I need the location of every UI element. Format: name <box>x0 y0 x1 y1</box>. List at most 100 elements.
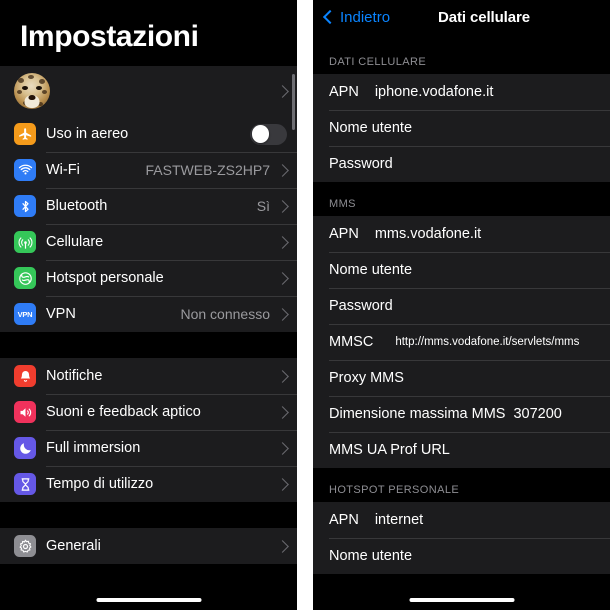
group-separator <box>0 502 297 528</box>
settings-group-notifications: Notifiche Suoni e feedback aptico Full imm… <box>0 358 297 502</box>
airplane-icon <box>14 123 36 145</box>
settings-list-panel: Impostazioni Uso in aereo Wi-Fi FASTWEB-ZS… <box>0 0 297 610</box>
field-row-mmsc[interactable]: MMSC http://mms.vodafone.it/servlets/mms <box>313 324 610 360</box>
settings-row-value: Sì <box>256 198 270 214</box>
field-label: Dimensione massima MMS <box>329 406 506 422</box>
moon-icon <box>14 437 36 459</box>
settings-row-uso-in-aereo[interactable]: Uso in aereo <box>0 116 297 152</box>
field-row-dimensione-massima-mms[interactable]: Dimensione massima MMS 307200 <box>313 396 610 432</box>
settings-row-generali[interactable]: Generali <box>0 528 297 564</box>
chevron-right-icon <box>276 539 289 553</box>
settings-row-tempo-di-utilizzo[interactable]: Tempo di utilizzo <box>0 466 297 502</box>
section-body: APN mms.vodafone.it Nome utente Password MMS… <box>313 216 610 468</box>
field-value[interactable]: internet <box>375 512 423 528</box>
settings-row-label: Full immersion <box>46 440 141 456</box>
field-label: MMS UA Prof URL <box>329 442 450 458</box>
page-title: Impostazioni <box>20 20 199 53</box>
settings-row-suoni-e-feedback-aptico[interactable]: Suoni e feedback aptico <box>0 394 297 430</box>
field-row-password[interactable]: Password <box>313 146 610 182</box>
settings-row-label: Uso in aereo <box>46 126 129 142</box>
field-label: Proxy MMS <box>329 370 404 386</box>
nav-title: Dati cellulare <box>438 8 530 26</box>
field-value[interactable]: iphone.vodafone.it <box>375 84 494 100</box>
chevron-right-icon <box>276 441 289 455</box>
back-button[interactable]: Indietro <box>322 8 391 26</box>
section-body: APN internet Nome utente <box>313 502 610 574</box>
bell-icon <box>14 365 36 387</box>
bluetooth-icon <box>14 195 36 217</box>
field-label: Password <box>329 298 393 314</box>
settings-row-full-immersion[interactable]: Full immersion <box>0 430 297 466</box>
section-header: HOTSPOT PERSONALE <box>313 468 610 502</box>
settings-groups: Uso in aereo Wi-Fi FASTWEB-ZS2HP7 Bluetooth… <box>0 116 297 564</box>
speaker-icon <box>14 401 36 423</box>
cellular-data-panel: Indietro Dati cellulare DATI CELLULARE AP… <box>313 0 610 610</box>
chevron-right-icon <box>276 307 289 321</box>
field-label: Nome utente <box>329 120 413 136</box>
wifi-icon <box>14 159 36 181</box>
field-label: Nome utente <box>329 262 413 278</box>
field-row-proxy-mms[interactable]: Proxy MMS <box>313 360 610 396</box>
chevron-right-icon <box>276 235 289 249</box>
field-label: APN <box>329 84 359 100</box>
field-row-password[interactable]: Password <box>313 288 610 324</box>
settings-row-label: Generali <box>46 538 101 554</box>
chevron-right-icon <box>276 199 289 213</box>
cellular-icon <box>14 231 36 253</box>
apple-account-row[interactable] <box>0 66 297 116</box>
group-separator <box>0 332 297 358</box>
dual-screenshot-container: Impostazioni Uso in aereo Wi-Fi FASTWEB-ZS… <box>0 0 610 610</box>
home-indicator <box>96 598 201 602</box>
section-header: MMS <box>313 182 610 216</box>
settings-row-label: Hotspot personale <box>46 270 164 286</box>
field-label: Password <box>329 156 393 172</box>
settings-row-value: Non connesso <box>180 306 270 322</box>
sidebar-scrollbar[interactable] <box>292 74 295 130</box>
settings-row-label: Notifiche <box>46 368 103 384</box>
hotspot-icon <box>14 267 36 289</box>
chevron-right-icon <box>276 369 289 383</box>
field-row-apn[interactable]: APN internet <box>313 502 610 538</box>
chevron-right-icon <box>276 477 289 491</box>
chevron-left-icon <box>322 9 338 25</box>
field-row-apn[interactable]: APN mms.vodafone.it <box>313 216 610 252</box>
field-value[interactable]: mms.vodafone.it <box>375 226 481 242</box>
vpn-icon: VPN <box>14 303 36 325</box>
apn-sections: DATI CELLULARE APN iphone.vodafone.it Nome … <box>313 34 610 574</box>
settings-row-wi-fi[interactable]: Wi-Fi FASTWEB-ZS2HP7 <box>0 152 297 188</box>
panel-divider <box>297 0 313 610</box>
settings-row-label: Wi-Fi <box>46 162 80 178</box>
settings-row-label: Tempo di utilizzo <box>46 476 154 492</box>
settings-row-label: Cellulare <box>46 234 104 250</box>
gear-icon <box>14 535 36 557</box>
airplane-mode-toggle[interactable] <box>250 123 287 145</box>
back-button-label: Indietro <box>340 8 391 26</box>
chevron-right-icon <box>276 163 289 177</box>
field-row-nome-utente[interactable]: Nome utente <box>313 110 610 146</box>
chevron-right-icon <box>276 271 289 285</box>
field-value[interactable]: 307200 <box>513 406 561 422</box>
settings-group-system: Generali <box>0 528 297 564</box>
settings-row-notifiche[interactable]: Notifiche <box>0 358 297 394</box>
field-label: APN <box>329 512 359 528</box>
settings-row-bluetooth[interactable]: Bluetooth Sì <box>0 188 297 224</box>
field-value[interactable]: http://mms.vodafone.it/servlets/mms <box>395 336 579 348</box>
home-indicator <box>409 598 514 602</box>
settings-row-hotspot-personale[interactable]: Hotspot personale <box>0 260 297 296</box>
field-row-mms-ua-prof-url[interactable]: MMS UA Prof URL <box>313 432 610 468</box>
settings-row-label: Suoni e feedback aptico <box>46 404 201 420</box>
field-row-apn[interactable]: APN iphone.vodafone.it <box>313 74 610 110</box>
settings-group-connectivity: Uso in aereo Wi-Fi FASTWEB-ZS2HP7 Bluetooth… <box>0 116 297 332</box>
chevron-right-icon <box>276 84 289 98</box>
settings-row-vpn[interactable]: VPN VPN Non connesso <box>0 296 297 332</box>
section-body: APN iphone.vodafone.it Nome utente Password <box>313 74 610 182</box>
toggle-knob <box>251 125 270 143</box>
field-row-nome-utente[interactable]: Nome utente <box>313 538 610 574</box>
hourglass-icon <box>14 473 36 495</box>
chevron-right-icon <box>276 405 289 419</box>
settings-row-label: VPN <box>46 306 76 322</box>
field-row-nome-utente[interactable]: Nome utente <box>313 252 610 288</box>
field-label: APN <box>329 226 359 242</box>
settings-row-cellulare[interactable]: Cellulare <box>0 224 297 260</box>
field-label: MMSC <box>329 334 374 350</box>
